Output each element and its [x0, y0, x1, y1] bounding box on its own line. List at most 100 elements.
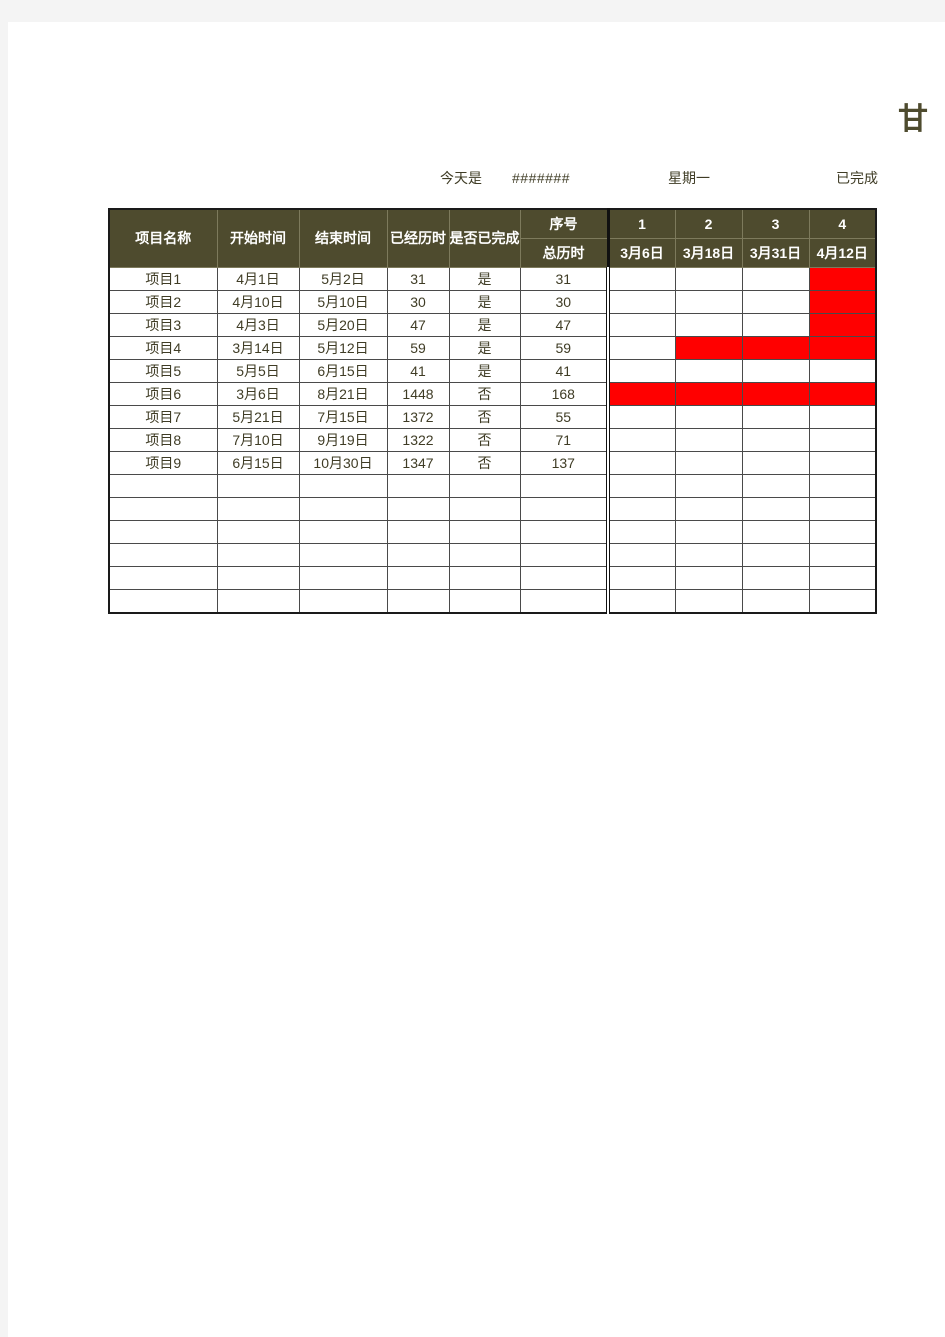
cell-start-time[interactable]: 4月3日: [216, 313, 300, 337]
cell-project-name[interactable]: 项目9: [108, 451, 218, 475]
cell-start-time[interactable]: 5月5日: [216, 359, 300, 383]
cell-project-name[interactable]: 项目4: [108, 336, 218, 360]
cell-project-name[interactable]: [108, 589, 218, 614]
cell-total-duration[interactable]: [519, 543, 610, 567]
cell-total-duration[interactable]: [519, 497, 610, 521]
cell-total-duration[interactable]: 59: [519, 336, 610, 360]
cell-is-completed[interactable]: 是: [448, 336, 521, 360]
cell-end-time[interactable]: 6月15日: [298, 359, 388, 383]
cell-start-time[interactable]: 3月6日: [216, 382, 300, 406]
cell-project-name[interactable]: 项目7: [108, 405, 218, 429]
gantt-empty-cell[interactable]: [741, 267, 810, 291]
gantt-empty-cell[interactable]: [674, 589, 743, 614]
cell-end-time[interactable]: 5月20日: [298, 313, 388, 337]
cell-start-time[interactable]: [216, 497, 300, 521]
gantt-empty-cell[interactable]: [607, 313, 676, 337]
cell-total-duration[interactable]: 41: [519, 359, 610, 383]
cell-is-completed[interactable]: 是: [448, 313, 521, 337]
cell-is-completed[interactable]: [448, 497, 521, 521]
gantt-empty-cell[interactable]: [607, 520, 676, 544]
gantt-bar-cell[interactable]: [808, 382, 877, 406]
gantt-empty-cell[interactable]: [607, 290, 676, 314]
cell-end-time[interactable]: 10月30日: [298, 451, 388, 475]
cell-is-completed[interactable]: [448, 474, 521, 498]
gantt-empty-cell[interactable]: [808, 566, 877, 590]
cell-start-time[interactable]: 5月21日: [216, 405, 300, 429]
gantt-empty-cell[interactable]: [741, 313, 810, 337]
cell-elapsed[interactable]: 1372: [386, 405, 450, 429]
cell-is-completed[interactable]: 是: [448, 290, 521, 314]
cell-project-name[interactable]: 项目5: [108, 359, 218, 383]
gantt-bar-cell[interactable]: [808, 313, 877, 337]
cell-project-name[interactable]: [108, 543, 218, 567]
cell-is-completed[interactable]: 否: [448, 428, 521, 452]
gantt-bar-cell[interactable]: [674, 336, 743, 360]
gantt-empty-cell[interactable]: [808, 543, 877, 567]
cell-elapsed[interactable]: 1322: [386, 428, 450, 452]
gantt-empty-cell[interactable]: [607, 497, 676, 521]
gantt-bar-cell[interactable]: [741, 336, 810, 360]
cell-total-duration[interactable]: 168: [519, 382, 610, 406]
cell-total-duration[interactable]: 55: [519, 405, 610, 429]
gantt-empty-cell[interactable]: [741, 520, 810, 544]
cell-end-time[interactable]: [298, 589, 388, 614]
cell-start-time[interactable]: [216, 566, 300, 590]
cell-project-name[interactable]: [108, 497, 218, 521]
gantt-empty-cell[interactable]: [674, 543, 743, 567]
gantt-empty-cell[interactable]: [607, 405, 676, 429]
gantt-empty-cell[interactable]: [674, 474, 743, 498]
gantt-empty-cell[interactable]: [808, 520, 877, 544]
gantt-empty-cell[interactable]: [607, 589, 676, 614]
gantt-empty-cell[interactable]: [741, 497, 810, 521]
cell-total-duration[interactable]: [519, 520, 610, 544]
cell-total-duration[interactable]: [519, 474, 610, 498]
gantt-empty-cell[interactable]: [607, 543, 676, 567]
gantt-bar-cell[interactable]: [808, 267, 877, 291]
gantt-empty-cell[interactable]: [741, 543, 810, 567]
cell-start-time[interactable]: [216, 543, 300, 567]
cell-end-time[interactable]: 9月19日: [298, 428, 388, 452]
cell-is-completed[interactable]: [448, 589, 521, 614]
gantt-empty-cell[interactable]: [741, 405, 810, 429]
gantt-empty-cell[interactable]: [808, 405, 877, 429]
cell-total-duration[interactable]: 31: [519, 267, 610, 291]
gantt-empty-cell[interactable]: [607, 359, 676, 383]
cell-elapsed[interactable]: [386, 566, 450, 590]
cell-elapsed[interactable]: [386, 497, 450, 521]
cell-end-time[interactable]: 5月12日: [298, 336, 388, 360]
cell-is-completed[interactable]: 否: [448, 451, 521, 475]
gantt-empty-cell[interactable]: [741, 451, 810, 475]
cell-is-completed[interactable]: 是: [448, 267, 521, 291]
cell-elapsed[interactable]: [386, 543, 450, 567]
cell-start-time[interactable]: 7月10日: [216, 428, 300, 452]
cell-project-name[interactable]: [108, 566, 218, 590]
gantt-bar-cell[interactable]: [808, 290, 877, 314]
cell-elapsed[interactable]: [386, 520, 450, 544]
cell-total-duration[interactable]: 71: [519, 428, 610, 452]
gantt-bar-cell[interactable]: [741, 382, 810, 406]
cell-total-duration[interactable]: 47: [519, 313, 610, 337]
cell-start-time[interactable]: 6月15日: [216, 451, 300, 475]
gantt-empty-cell[interactable]: [674, 428, 743, 452]
cell-end-time[interactable]: [298, 543, 388, 567]
gantt-empty-cell[interactable]: [674, 290, 743, 314]
cell-project-name[interactable]: 项目2: [108, 290, 218, 314]
cell-end-time[interactable]: [298, 474, 388, 498]
cell-end-time[interactable]: 8月21日: [298, 382, 388, 406]
gantt-bar-cell[interactable]: [674, 382, 743, 406]
gantt-empty-cell[interactable]: [674, 405, 743, 429]
cell-elapsed[interactable]: [386, 474, 450, 498]
cell-end-time[interactable]: [298, 566, 388, 590]
gantt-empty-cell[interactable]: [674, 566, 743, 590]
gantt-empty-cell[interactable]: [808, 451, 877, 475]
cell-is-completed[interactable]: 是: [448, 359, 521, 383]
cell-end-time[interactable]: 5月2日: [298, 267, 388, 291]
cell-project-name[interactable]: 项目6: [108, 382, 218, 406]
cell-is-completed[interactable]: 否: [448, 405, 521, 429]
cell-project-name[interactable]: 项目1: [108, 267, 218, 291]
cell-end-time[interactable]: [298, 520, 388, 544]
cell-start-time[interactable]: 4月10日: [216, 290, 300, 314]
cell-start-time[interactable]: 3月14日: [216, 336, 300, 360]
gantt-empty-cell[interactable]: [808, 474, 877, 498]
gantt-empty-cell[interactable]: [674, 267, 743, 291]
